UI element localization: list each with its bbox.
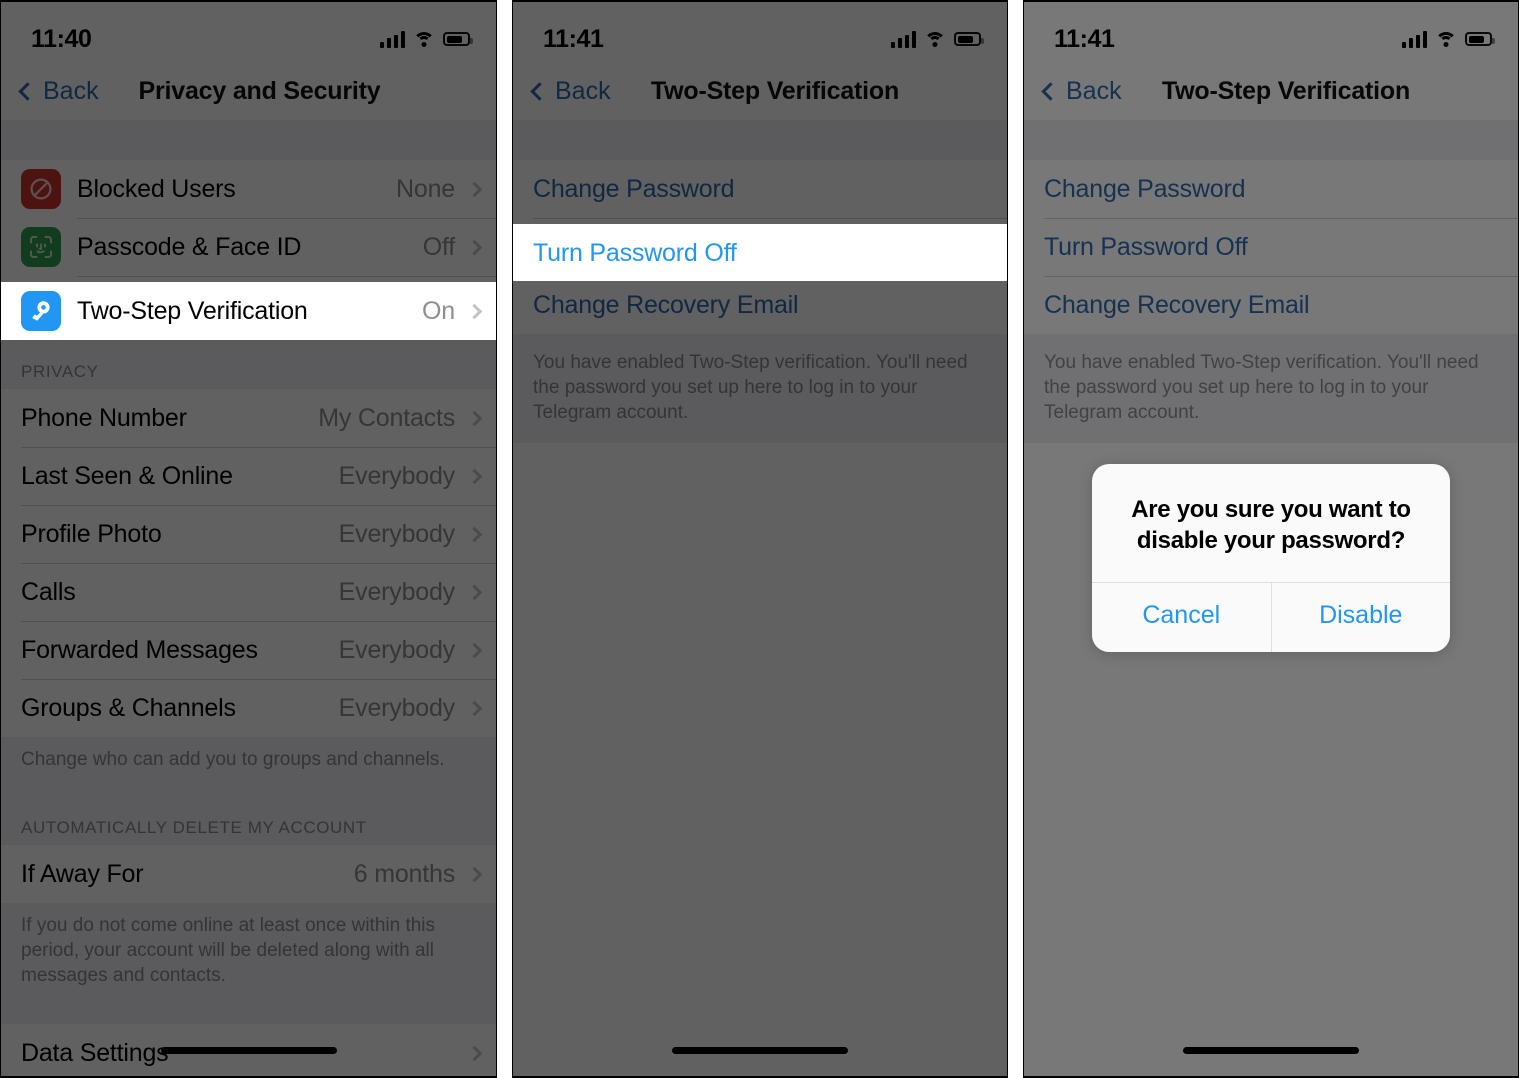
row-blocked-users[interactable]: Blocked Users None (1, 160, 496, 218)
cellular-signal-icon (379, 30, 405, 48)
battery-icon (443, 32, 473, 46)
chevron-right-icon (466, 866, 483, 882)
battery-icon (954, 32, 984, 46)
row-passcode-face-id[interactable]: Passcode & Face ID Off (1, 218, 496, 276)
row-label: Change Recovery Email (533, 290, 799, 319)
row-if-away-for[interactable]: If Away For 6 months (1, 845, 496, 903)
row-value: My Contacts (318, 403, 455, 432)
row-two-step-verification-highlight[interactable]: Two-Step Verification On (1, 282, 496, 340)
home-indicator (160, 1047, 337, 1054)
chevron-right-icon (466, 1045, 483, 1061)
row-label: Last Seen & Online (21, 461, 233, 490)
row-value: Off (422, 232, 455, 261)
disable-button[interactable]: Disable (1270, 583, 1451, 652)
cancel-button[interactable]: Cancel (1092, 583, 1271, 652)
phone-panel-two-step-verification: 11:41 Back Two-Step Verification Change … (512, 0, 1008, 1078)
chevron-right-icon (466, 468, 483, 484)
footnote-privacy: Change who can add you to groups and cha… (1, 737, 496, 790)
screenshot-stage: 11:40 Back Privacy and Security Blocked … (0, 0, 1524, 1078)
cellular-signal-icon (890, 30, 916, 48)
disable-password-alert: Are you sure you want to disable your pa… (1092, 464, 1450, 652)
status-bar-icons (890, 30, 984, 48)
section-header-privacy: PRIVACY (1, 334, 496, 389)
row-phone-number[interactable]: Phone Number My Contacts (1, 389, 496, 447)
wifi-icon (924, 31, 946, 48)
face-id-icon (21, 227, 61, 267)
home-indicator (672, 1047, 848, 1054)
phone-panel-disable-password-alert: 11:41 Back Two-Step Verification Change … (1023, 0, 1519, 1078)
chevron-right-icon (466, 303, 483, 319)
row-label: Passcode & Face ID (77, 232, 302, 261)
row-groups-channels[interactable]: Groups & Channels Everybody (1, 679, 496, 737)
row-profile-photo[interactable]: Profile Photo Everybody (1, 505, 496, 563)
chevron-right-icon (466, 642, 483, 658)
footnote-auto-delete: If you do not come online at least once … (1, 903, 496, 1024)
row-forwarded-messages[interactable]: Forwarded Messages Everybody (1, 621, 496, 679)
chevron-right-icon (466, 526, 483, 542)
row-label: Groups & Channels (21, 693, 236, 722)
footnote-two-step: You have enabled Two-Step verification. … (513, 334, 1007, 443)
privacy-list: Phone Number My Contacts Last Seen & Onl… (1, 389, 496, 737)
chevron-right-icon (466, 700, 483, 716)
screen-content: 11:40 Back Privacy and Security Blocked … (1, 2, 496, 1076)
list-top-gap (1, 120, 496, 160)
back-button-label: Back (43, 76, 99, 105)
row-value: Everybody (338, 635, 456, 664)
alert-backdrop: Are you sure you want to disable your pa… (1024, 2, 1518, 1076)
navigation-bar: Back Privacy and Security (1, 62, 496, 120)
row-value: Everybody (338, 519, 456, 548)
row-turn-password-off-highlight[interactable]: Turn Password Off (513, 224, 1007, 281)
back-button-label: Back (555, 76, 611, 105)
highlight-turn-password-off[interactable]: Turn Password Off (513, 224, 1007, 281)
navigation-bar: Back Two-Step Verification (513, 62, 1007, 120)
home-indicator (1183, 1047, 1359, 1054)
chevron-right-icon (466, 410, 483, 426)
status-bar-clock: 11:41 (543, 24, 604, 53)
alert-actions: Cancel Disable (1092, 582, 1450, 652)
chevron-right-icon (466, 239, 483, 255)
status-bar-clock: 11:40 (31, 24, 92, 53)
block-icon (21, 169, 61, 209)
auto-delete-list: If Away For 6 months (1, 845, 496, 903)
chevron-right-icon (466, 584, 483, 600)
phone-panel-privacy-and-security: 11:40 Back Privacy and Security Blocked … (0, 0, 497, 1078)
row-last-seen-online[interactable]: Last Seen & Online Everybody (1, 447, 496, 505)
alert-title: Are you sure you want to disable your pa… (1131, 496, 1411, 554)
row-label: Profile Photo (21, 519, 162, 548)
row-value: None (396, 174, 455, 203)
row-value: On (422, 296, 455, 325)
back-button[interactable]: Back (529, 77, 611, 106)
row-calls[interactable]: Calls Everybody (1, 563, 496, 621)
row-label: Two-Step Verification (77, 296, 308, 325)
row-value: Everybody (338, 693, 456, 722)
screen-content: 11:41 Back Two-Step Verification Change … (513, 2, 1007, 1076)
row-label: Change Password (533, 174, 735, 203)
section-header-auto-delete: AUTOMATICALLY DELETE MY ACCOUNT (1, 790, 496, 845)
row-label: Phone Number (21, 403, 187, 432)
status-bar: 11:41 (513, 2, 1007, 62)
status-bar-icons (379, 30, 473, 48)
chevron-left-icon (530, 81, 549, 101)
row-label: Calls (21, 577, 76, 606)
row-label: Turn Password Off (533, 238, 737, 267)
row-value: 6 months (353, 859, 455, 888)
row-label: Forwarded Messages (21, 635, 258, 664)
status-bar: 11:40 (1, 2, 496, 62)
chevron-right-icon (466, 181, 483, 197)
wifi-icon (413, 31, 435, 48)
row-change-password[interactable]: Change Password (513, 160, 1007, 218)
key-icon (21, 291, 61, 331)
chevron-left-icon (18, 81, 37, 101)
row-value: Everybody (338, 577, 456, 606)
row-change-recovery-email[interactable]: Change Recovery Email (513, 276, 1007, 334)
row-label: If Away For (21, 859, 144, 888)
back-button[interactable]: Back (17, 77, 99, 106)
row-label: Blocked Users (77, 174, 236, 203)
highlight-two-step-verification[interactable]: Two-Step Verification On (1, 282, 496, 340)
list-top-gap (513, 120, 1007, 160)
row-value: Everybody (338, 461, 456, 490)
